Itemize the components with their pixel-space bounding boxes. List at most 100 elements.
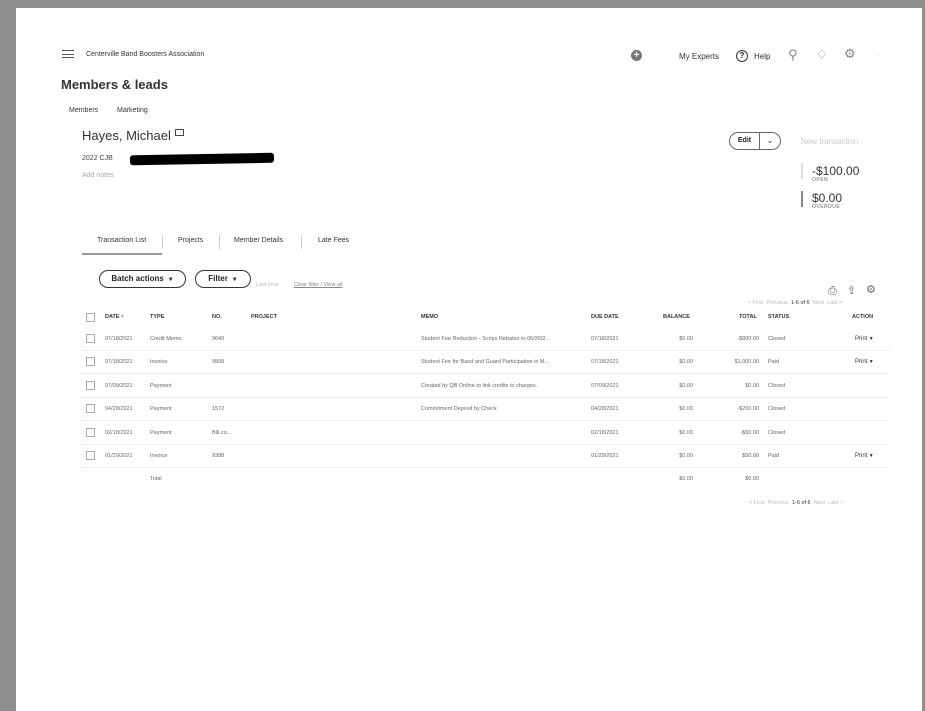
- help-link[interactable]: Help: [754, 52, 770, 61]
- header-total[interactable]: TOTAL: [739, 314, 757, 320]
- batch-actions-label: Batch actions: [111, 274, 164, 283]
- chevron-down-icon[interactable]: ⌄: [760, 133, 780, 149]
- tab-divider: [162, 235, 163, 249]
- cell-due-date: 01/29/2021: [591, 453, 619, 459]
- overdue-indicator-bar: [801, 191, 803, 207]
- header-status[interactable]: STATUS: [768, 314, 789, 320]
- open-label: OPEN: [812, 177, 829, 183]
- row-divider: [82, 350, 890, 351]
- row-print-action[interactable]: Print ▼: [855, 359, 874, 365]
- row-checkbox[interactable]: [86, 334, 95, 343]
- new-transaction-button[interactable]: New transaction: [801, 137, 858, 146]
- cell-balance: $0.00: [679, 336, 693, 342]
- settings-gear-icon[interactable]: ⚙: [844, 46, 856, 62]
- add-notes-link[interactable]: Add notes: [82, 172, 114, 179]
- cell-memo: Commitment Deposit by Check: [421, 406, 497, 412]
- pagination-last[interactable]: Last >: [828, 500, 843, 506]
- pagination-next[interactable]: Next: [814, 500, 825, 506]
- cell-no: Bill.co...: [212, 430, 232, 436]
- chevron-right-icon[interactable]: ›: [876, 50, 879, 60]
- open-indicator-bar: [801, 163, 803, 179]
- header-date[interactable]: DATE ▾: [105, 314, 124, 320]
- pagination-top: < First Previous 1-6 of 6 Next Last >: [748, 300, 842, 306]
- pagination-range: 1-6 of 6: [790, 300, 810, 306]
- header-due-date[interactable]: DUE DATE: [591, 314, 619, 320]
- caret-down-icon[interactable]: ▼: [867, 453, 874, 459]
- sort-caret-icon: ▾: [121, 314, 124, 320]
- cell-memo: Created by QB Online to link credits to …: [421, 383, 538, 389]
- member-code: 2022 CJB: [82, 155, 113, 162]
- envelope-email-icon[interactable]: [175, 129, 184, 136]
- cell-no: 9508: [212, 359, 225, 365]
- overdue-amount: $0.00: [812, 191, 843, 205]
- row-print-action[interactable]: Print ▼: [855, 453, 874, 459]
- tab-late-fees[interactable]: Late Fees: [318, 237, 349, 244]
- header-memo[interactable]: MEMO: [421, 314, 438, 320]
- cell-balance: $0.00: [679, 430, 693, 436]
- help-question-icon[interactable]: ?: [736, 50, 748, 62]
- caret-down-icon: ▼: [230, 277, 238, 283]
- filter-button[interactable]: Filter ▼: [195, 270, 251, 288]
- header-no[interactable]: NO.: [212, 314, 222, 320]
- pagination-last[interactable]: Last >: [827, 300, 842, 306]
- cell-total: $50.00: [742, 453, 759, 459]
- caret-down-icon[interactable]: ▼: [867, 359, 874, 365]
- tab-member-details[interactable]: Member Details: [234, 237, 283, 244]
- row-checkbox[interactable]: [86, 357, 95, 366]
- total-label: Total: [150, 476, 162, 482]
- cell-status: Paid: [768, 453, 780, 459]
- print-label: Print: [855, 336, 868, 342]
- cell-no: 1572: [212, 406, 225, 412]
- row-divider: [82, 397, 890, 398]
- print-label: Print: [855, 453, 868, 459]
- hamburger-menu-icon[interactable]: [62, 50, 74, 58]
- row-checkbox[interactable]: [86, 451, 95, 460]
- cell-date: 07/18/2021: [105, 336, 133, 342]
- row-checkbox[interactable]: [86, 428, 95, 437]
- pagination-range: 1-6 of 6: [791, 500, 811, 506]
- pagination-next[interactable]: Next: [813, 300, 824, 306]
- subnav-members[interactable]: Members: [69, 107, 98, 114]
- filter-period-text: Last year: [256, 282, 279, 288]
- edit-button[interactable]: Edit: [730, 133, 760, 149]
- pagination-previous[interactable]: Previous: [767, 300, 788, 306]
- pagination-first[interactable]: < First: [748, 300, 763, 306]
- active-tab-underline: [82, 253, 162, 255]
- row-divider: [82, 467, 890, 468]
- row-divider: [82, 420, 890, 421]
- cell-date: 07/18/2021: [105, 359, 133, 365]
- cell-total: -$800.00: [737, 336, 759, 342]
- select-all-checkbox[interactable]: [86, 313, 95, 322]
- row-print-action[interactable]: Print ▼: [855, 336, 874, 342]
- cell-date: 02/18/2021: [105, 430, 133, 436]
- table-settings-gear-icon[interactable]: ⚙: [866, 283, 876, 296]
- search-icon[interactable]: ⚲: [788, 47, 798, 63]
- cell-status: Closed: [768, 430, 786, 436]
- cell-memo: Student Fee Reduction - Scrips Rebates t…: [421, 336, 551, 342]
- filter-label: Filter: [208, 274, 228, 283]
- cell-type: Invoice: [150, 453, 168, 459]
- subnav-marketing[interactable]: Marketing: [117, 107, 148, 114]
- edit-button-group[interactable]: Edit ⌄: [729, 132, 781, 150]
- header-balance[interactable]: BALANCE: [663, 314, 690, 320]
- tab-transaction-list[interactable]: Transaction List: [97, 237, 146, 244]
- clear-filter-link[interactable]: Clear filter / View all: [294, 282, 343, 288]
- print-icon[interactable]: ⎙: [828, 285, 837, 298]
- row-checkbox[interactable]: [86, 404, 95, 413]
- tab-projects[interactable]: Projects: [178, 237, 203, 244]
- export-icon[interactable]: ⇪: [847, 284, 856, 297]
- caret-down-icon[interactable]: ▼: [867, 336, 874, 342]
- cell-status: Closed: [768, 406, 786, 412]
- header-type[interactable]: TYPE: [150, 314, 164, 320]
- total-balance: $0.00: [679, 476, 693, 482]
- create-new-plus-icon[interactable]: +: [631, 50, 642, 61]
- row-checkbox[interactable]: [86, 381, 95, 390]
- pagination-previous[interactable]: Previous: [768, 500, 789, 506]
- notifications-bell-icon[interactable]: ♢: [816, 47, 828, 63]
- cell-due-date: 07/09/2021: [591, 383, 619, 389]
- pagination-first[interactable]: < First: [749, 500, 764, 506]
- my-experts-link[interactable]: My Experts: [679, 52, 719, 61]
- caret-down-icon: ▼: [166, 277, 174, 283]
- batch-actions-button[interactable]: Batch actions ▼: [99, 270, 186, 288]
- header-project[interactable]: PROJECT: [251, 314, 277, 320]
